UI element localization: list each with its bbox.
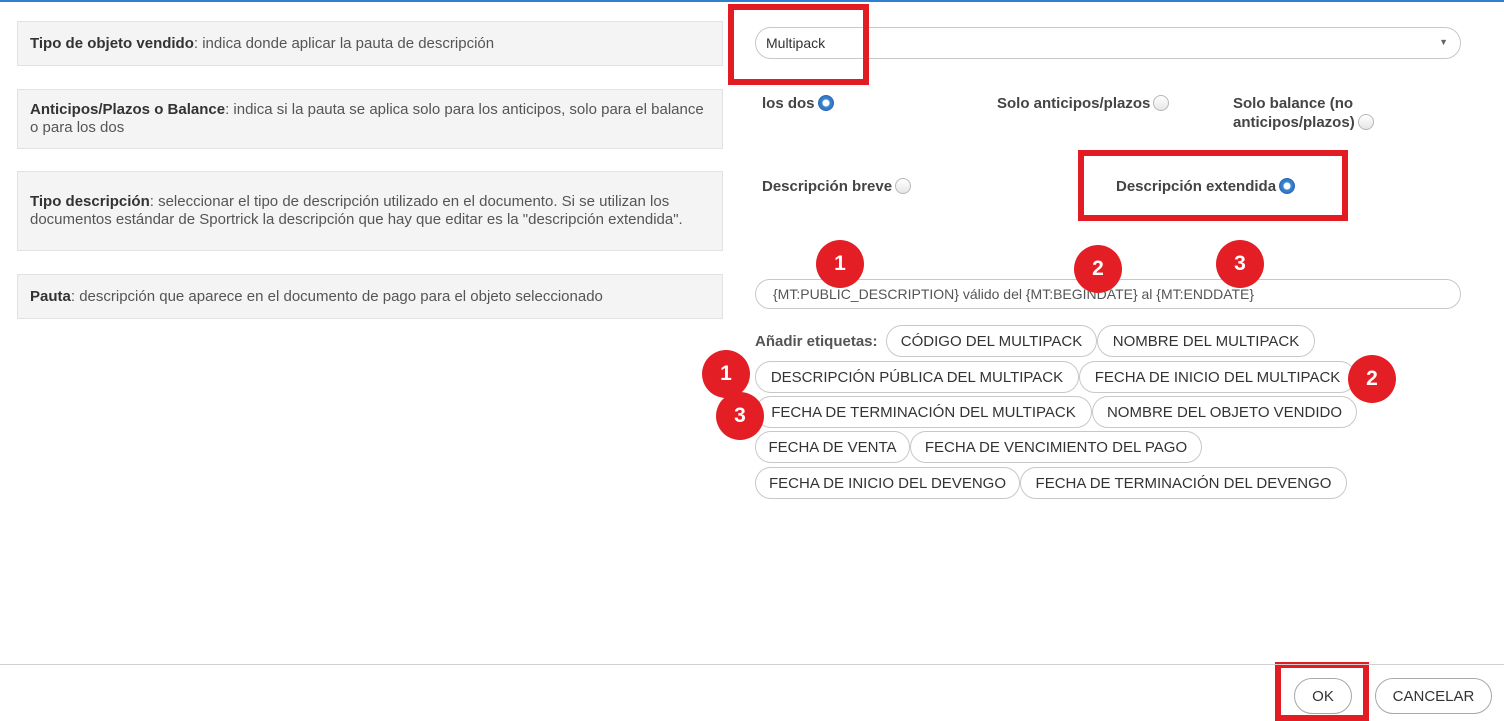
object-type-text: : indica donde aplicar la pauta de descr… bbox=[193, 34, 495, 52]
radio-only-advances-label: Solo anticipos/plazos bbox=[997, 95, 1151, 112]
top-accent-line bbox=[0, 0, 1504, 2]
tag-sale-date[interactable]: FECHA DE VENTA bbox=[755, 431, 910, 463]
tag-multipack-end-date[interactable]: FECHA DE TERMINACIÓN DEL MULTIPACK bbox=[755, 396, 1092, 428]
radio-extended-description[interactable]: Descripción extendida bbox=[1116, 177, 1296, 196]
badge-3-pattern: 3 bbox=[1216, 240, 1264, 288]
tag-multipack-public-description[interactable]: DESCRIPCIÓN PÚBLICA DEL MULTIPACK bbox=[755, 361, 1079, 393]
radio-only-balance[interactable]: Solo balance (no anticipos/plazos) bbox=[1233, 94, 1403, 132]
badge-1-pattern: 1 bbox=[816, 240, 864, 288]
object-type-value: Multipack bbox=[766, 35, 826, 51]
tag-payment-due-date[interactable]: FECHA DE VENCIMIENTO DEL PAGO bbox=[910, 431, 1202, 463]
badge-3-tag: 3 bbox=[716, 392, 764, 440]
radio-short-description-label: Descripción breve bbox=[762, 178, 893, 195]
payment-scope-description: Anticipos/Plazos o Balance: indica si la… bbox=[17, 89, 723, 149]
payment-scope-title: Anticipos/Plazos o Balance bbox=[30, 101, 226, 118]
add-tags-label: Añadir etiquetas: bbox=[755, 333, 878, 350]
badge-2-pattern: 2 bbox=[1074, 245, 1122, 293]
description-type-description: Tipo descripción: seleccionar el tipo de… bbox=[17, 171, 723, 251]
tag-sold-object-name[interactable]: NOMBRE DEL OBJETO VENDIDO bbox=[1092, 396, 1357, 428]
radio-selected-icon[interactable] bbox=[817, 95, 834, 112]
radio-selected-icon[interactable] bbox=[1279, 178, 1296, 195]
tag-accrual-end-date[interactable]: FECHA DE TERMINACIÓN DEL DEVENGO bbox=[1020, 467, 1347, 499]
radio-extended-description-label: Descripción extendida bbox=[1116, 178, 1277, 195]
pattern-title: Pauta bbox=[30, 287, 71, 305]
radio-both-label: los dos bbox=[762, 95, 815, 112]
object-type-select[interactable]: Multipack ▼ bbox=[755, 27, 1461, 59]
tag-multipack-code[interactable]: CÓDIGO DEL MULTIPACK bbox=[886, 325, 1097, 357]
cancel-button[interactable]: CANCELAR bbox=[1375, 678, 1492, 714]
object-type-description: Tipo de objeto vendido: indica donde apl… bbox=[17, 21, 723, 66]
badge-1-tag: 1 bbox=[702, 350, 750, 398]
tag-multipack-start-date[interactable]: FECHA DE INICIO DEL MULTIPACK bbox=[1079, 361, 1356, 393]
tag-accrual-start-date[interactable]: FECHA DE INICIO DEL DEVENGO bbox=[755, 467, 1020, 499]
pattern-text: : descripción que aparece en el document… bbox=[70, 287, 603, 305]
dropdown-arrow-icon: ▼ bbox=[1439, 37, 1448, 47]
radio-only-advances[interactable]: Solo anticipos/plazos bbox=[997, 94, 1170, 113]
radio-unselected-icon[interactable] bbox=[1357, 114, 1374, 131]
object-type-title: Tipo de objeto vendido bbox=[30, 34, 194, 52]
description-type-title: Tipo descripción bbox=[30, 193, 150, 210]
tag-multipack-name[interactable]: NOMBRE DEL MULTIPACK bbox=[1097, 325, 1315, 357]
radio-short-description[interactable]: Descripción breve bbox=[762, 177, 912, 196]
radio-unselected-icon[interactable] bbox=[895, 178, 912, 195]
radio-both[interactable]: los dos bbox=[762, 94, 834, 113]
pattern-value: {MT:PUBLIC_DESCRIPTION} válido del {MT:B… bbox=[773, 286, 1255, 302]
footer-divider bbox=[0, 664, 1504, 665]
badge-2-tag: 2 bbox=[1348, 355, 1396, 403]
ok-button[interactable]: OK bbox=[1294, 678, 1352, 714]
radio-unselected-icon[interactable] bbox=[1153, 95, 1170, 112]
pattern-description: Pauta: descripción que aparece en el doc… bbox=[17, 274, 723, 319]
radio-only-balance-label: Solo balance (no anticipos/plazos) bbox=[1233, 95, 1355, 131]
